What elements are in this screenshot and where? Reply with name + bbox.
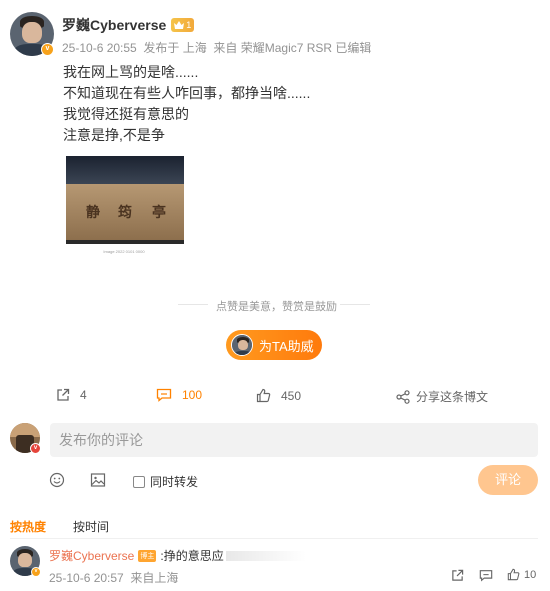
emoji-button[interactable] (49, 472, 65, 488)
comment-body: 罗巍Cyberverse 博主 :挣的意思应 (49, 547, 306, 564)
divider-line-right (340, 304, 370, 305)
post-meta: 25-10-6 20:55 发布于 上海 来自 荣耀Magic7 RSR 已编辑 (62, 41, 372, 55)
post-line: 注意是挣,不是争 (63, 127, 165, 143)
plaque-char: 筠 (118, 204, 132, 220)
comment-icon (479, 570, 493, 582)
comment-meta: 25-10-6 20:57 来自上海 (49, 571, 179, 585)
tab-sort-hot[interactable]: 按热度 (10, 518, 46, 535)
image-caption: Image 2022 0101 0000 (103, 249, 145, 254)
image-upload-button[interactable] (90, 472, 106, 488)
comment-input[interactable]: 发布你的评论 (50, 423, 538, 457)
repost-count: 4 (80, 388, 87, 402)
repost-icon (57, 388, 70, 401)
checkbox-box[interactable] (133, 475, 145, 488)
comment-button[interactable]: 100 (156, 388, 202, 402)
share-label: 分享这条博文 (416, 390, 489, 404)
post-line: 我在网上骂的是啥...... (63, 64, 199, 80)
post-content: 我在网上骂的是啥...... 不知道现在有些人咋回事，都挣当啥...... 我觉… (63, 62, 310, 146)
share-icon (396, 389, 410, 404)
support-label: 为TA助威 (259, 338, 314, 354)
like-encourage-text: 点赞是美意，赞赏是鼓励 (216, 301, 337, 313)
repost-checkbox-label: 同时转发 (150, 475, 199, 489)
support-button[interactable]: 为TA助威 (226, 330, 322, 360)
comment-username[interactable]: 罗巍Cyberverse (49, 547, 134, 564)
comment-like-count: 10 (524, 568, 537, 581)
comment-count: 100 (182, 388, 203, 402)
vip-crown-icon: 1 (171, 18, 195, 32)
plaque-char: 亭 (152, 204, 166, 220)
comment-repost-button[interactable] (451, 569, 464, 582)
user-badge-icon: v (30, 443, 41, 454)
emoji-icon (49, 472, 65, 488)
like-icon (256, 388, 271, 403)
support-avatar (231, 334, 253, 356)
share-button[interactable]: 分享这条博文 (396, 388, 488, 405)
comment-text: :挣的意思应 (160, 549, 224, 563)
repost-button[interactable]: 4 (56, 388, 87, 402)
post-line: 不知道现在有些人咋回事，都挣当啥...... (63, 85, 311, 101)
tabs-divider (10, 538, 538, 539)
vip-level: 1 (186, 20, 192, 30)
tab-sort-time[interactable]: 按时间 (73, 518, 109, 535)
plaque-char: 静 (86, 204, 100, 220)
plaque: 静 筠 亭 (66, 184, 184, 240)
comment-like-button[interactable]: 10 (507, 568, 536, 581)
post-line: 我觉得还挺有意思的 (63, 106, 189, 122)
comment-icon (156, 388, 172, 402)
verified-badge-icon: v (41, 43, 54, 56)
like-icon (507, 568, 520, 581)
author-name[interactable]: 罗巍Cyberverse (62, 15, 166, 35)
divider-line-left (178, 304, 208, 305)
submit-comment-button[interactable]: 评论 (478, 465, 538, 495)
comment-reply-button[interactable] (479, 569, 493, 582)
verified-badge-icon: v (31, 567, 41, 577)
repost-checkbox[interactable]: 同时转发 (133, 473, 198, 490)
comment-fade (225, 550, 306, 561)
like-count: 450 (281, 388, 302, 403)
author-badge: 博主 (138, 549, 157, 562)
repost-icon (452, 569, 464, 581)
image-icon (90, 473, 106, 487)
post-image[interactable]: 静 筠 亭 Image 2022 0101 0000 (63, 156, 185, 264)
like-button[interactable]: 450 (256, 388, 301, 403)
